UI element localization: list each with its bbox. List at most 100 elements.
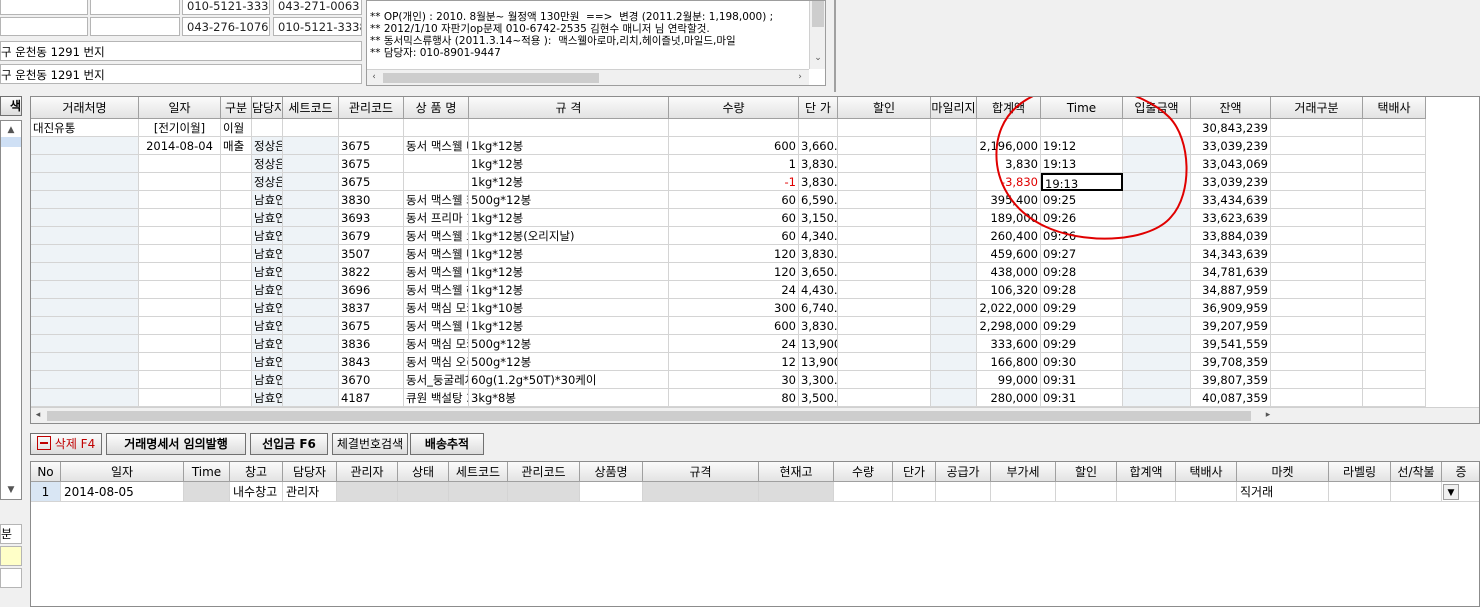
left-blank-field[interactable] (0, 568, 22, 588)
cell-code[interactable]: 3693 (339, 209, 404, 227)
cell-kind[interactable]: 이월 (221, 119, 252, 137)
cell-empty[interactable] (1271, 335, 1363, 353)
blank-field-2[interactable] (90, 0, 180, 15)
cell-spec[interactable]: 1kg*12봉 (469, 209, 669, 227)
cell-balance[interactable]: 34,781,639 (1191, 263, 1271, 281)
cell-mileage[interactable] (931, 281, 977, 299)
cell-set[interactable] (283, 371, 339, 389)
cell-code[interactable]: 3675 (339, 137, 404, 155)
lower-cell-1[interactable]: 2014-08-05 (61, 482, 184, 502)
cell-price[interactable]: 3,650.00 (799, 263, 838, 281)
cell-price[interactable]: 13,900.00 (799, 335, 838, 353)
cell-spec[interactable]: 1kg*10봉 (469, 299, 669, 317)
lower-col-header-1[interactable]: 일자 (61, 462, 184, 482)
dropdown-arrow-icon[interactable]: ▼ (1443, 484, 1459, 500)
cell-product[interactable]: 큐원 백설탕 3kg (404, 389, 469, 407)
cell-customer[interactable] (31, 155, 139, 173)
cell-total[interactable]: 2,298,000 (977, 317, 1041, 335)
cell-qty[interactable]: 60 (669, 227, 799, 245)
cell-spec[interactable]: 1kg*12봉 (469, 155, 669, 173)
cell-empty[interactable] (1363, 389, 1426, 407)
cell-kind[interactable] (221, 335, 252, 353)
cell-qty[interactable]: 80 (669, 389, 799, 407)
cell-empty[interactable] (1363, 209, 1426, 227)
cell-product[interactable]: 동서 맥심 모카골드 커피믹스 1kg (404, 299, 469, 317)
cell-price[interactable]: 3,660.00 (799, 137, 838, 155)
cell-inout[interactable] (1123, 371, 1191, 389)
cell-mileage[interactable] (931, 317, 977, 335)
cell-customer[interactable] (31, 281, 139, 299)
cell-empty[interactable] (1271, 173, 1363, 191)
cell-price[interactable] (799, 119, 838, 137)
cell-price[interactable]: 3,500.00 (799, 389, 838, 407)
cell-mileage[interactable] (931, 245, 977, 263)
table-row[interactable]: 2014-08-04매출정상은 3675동서 맥스웰 마일드 커피믹스 1kg1k… (31, 137, 1479, 155)
cell-total[interactable]: 280,000 (977, 389, 1041, 407)
cell-empty[interactable] (1271, 191, 1363, 209)
cell-kind[interactable] (221, 317, 252, 335)
cell-qty[interactable]: 60 (669, 209, 799, 227)
cell-empty[interactable] (1271, 281, 1363, 299)
cell-product[interactable]: 동서 맥스웰 오리지날 커피믹스 1kg (404, 227, 469, 245)
cell-price[interactable]: 6,590.00 (799, 191, 838, 209)
table-row[interactable]: 남효연 3837동서 맥심 모카골드 커피믹스 1kg1kg*10봉3006,74… (31, 299, 1479, 317)
cell-mileage[interactable] (931, 137, 977, 155)
cell-inout[interactable] (1123, 335, 1191, 353)
left-scroll-down-icon[interactable]: ▼ (4, 485, 18, 496)
cell-spec[interactable]: 500g*12봉 (469, 335, 669, 353)
cell-time[interactable]: 09:28 (1041, 281, 1123, 299)
cell-empty[interactable] (1271, 155, 1363, 173)
cell-qty[interactable]: 600 (669, 137, 799, 155)
cell-empty[interactable] (1363, 155, 1426, 173)
cell-qty[interactable]: 24 (669, 335, 799, 353)
cell-product[interactable] (404, 119, 469, 137)
cell-empty[interactable] (1363, 299, 1426, 317)
cell-inout[interactable] (1123, 299, 1191, 317)
cell-qty[interactable] (669, 119, 799, 137)
cell-staff[interactable]: 남효연 (252, 227, 283, 245)
lower-col-header-9[interactable]: 상품명 (580, 462, 643, 482)
cell-date[interactable] (139, 281, 221, 299)
cell-inout[interactable] (1123, 389, 1191, 407)
lower-cell-2[interactable] (184, 482, 230, 502)
cell-staff[interactable]: 남효연 (252, 191, 283, 209)
cell-product[interactable]: 동서_둥굴레차_50T (404, 371, 469, 389)
lower-col-header-20[interactable]: 라벨링 (1329, 462, 1391, 482)
cell-mileage[interactable] (931, 191, 977, 209)
cell-mileage[interactable] (931, 353, 977, 371)
cell-customer[interactable] (31, 353, 139, 371)
cell-product[interactable]: 동서 맥심 모카골드 500g (404, 335, 469, 353)
cell-discount[interactable] (838, 173, 931, 191)
grid-hscroll-thumb[interactable] (47, 411, 1251, 421)
cell-mileage[interactable] (931, 119, 977, 137)
cell-date[interactable] (139, 317, 221, 335)
cell-mileage[interactable] (931, 335, 977, 353)
cell-code[interactable]: 4187 (339, 389, 404, 407)
cell-staff[interactable]: 남효연 (252, 317, 283, 335)
memo-vscroll-thumb[interactable] (812, 1, 824, 27)
cell-mileage[interactable] (931, 263, 977, 281)
cell-spec[interactable]: 1kg*12봉(오리지날) (469, 227, 669, 245)
left-scroll-up-icon[interactable]: ▲ (4, 125, 18, 136)
cell-date[interactable] (139, 191, 221, 209)
cell-code[interactable]: 3837 (339, 299, 404, 317)
phone-field-1[interactable]: 010-5121-3338 (182, 0, 270, 15)
cell-staff[interactable]: 남효연 (252, 335, 283, 353)
blank-field-4[interactable] (90, 17, 180, 36)
cell-inout[interactable] (1123, 353, 1191, 371)
cell-mileage[interactable] (931, 155, 977, 173)
cell-time[interactable]: 09:30 (1041, 353, 1123, 371)
memo-scroll-left-icon[interactable]: ‹ (367, 72, 381, 83)
grid-scroll-left-icon[interactable]: ◂ (31, 410, 45, 421)
cell-qty[interactable]: 24 (669, 281, 799, 299)
cell-price[interactable]: 3,830.00 (799, 173, 838, 191)
cell-staff[interactable]: 남효연 (252, 299, 283, 317)
table-row[interactable]: 정상은36751kg*12봉-13,830.00-3,83019:1333,03… (31, 173, 1479, 191)
cell-mileage[interactable] (931, 227, 977, 245)
cell-discount[interactable] (838, 317, 931, 335)
cell-set[interactable] (283, 245, 339, 263)
lower-cell-3[interactable]: 내수창고 (230, 482, 283, 502)
cell-product[interactable]: 동서 맥스웰 화인 500g (404, 191, 469, 209)
cell-time[interactable]: 09:31 (1041, 371, 1123, 389)
lower-col-header-6[interactable]: 상태 (398, 462, 449, 482)
